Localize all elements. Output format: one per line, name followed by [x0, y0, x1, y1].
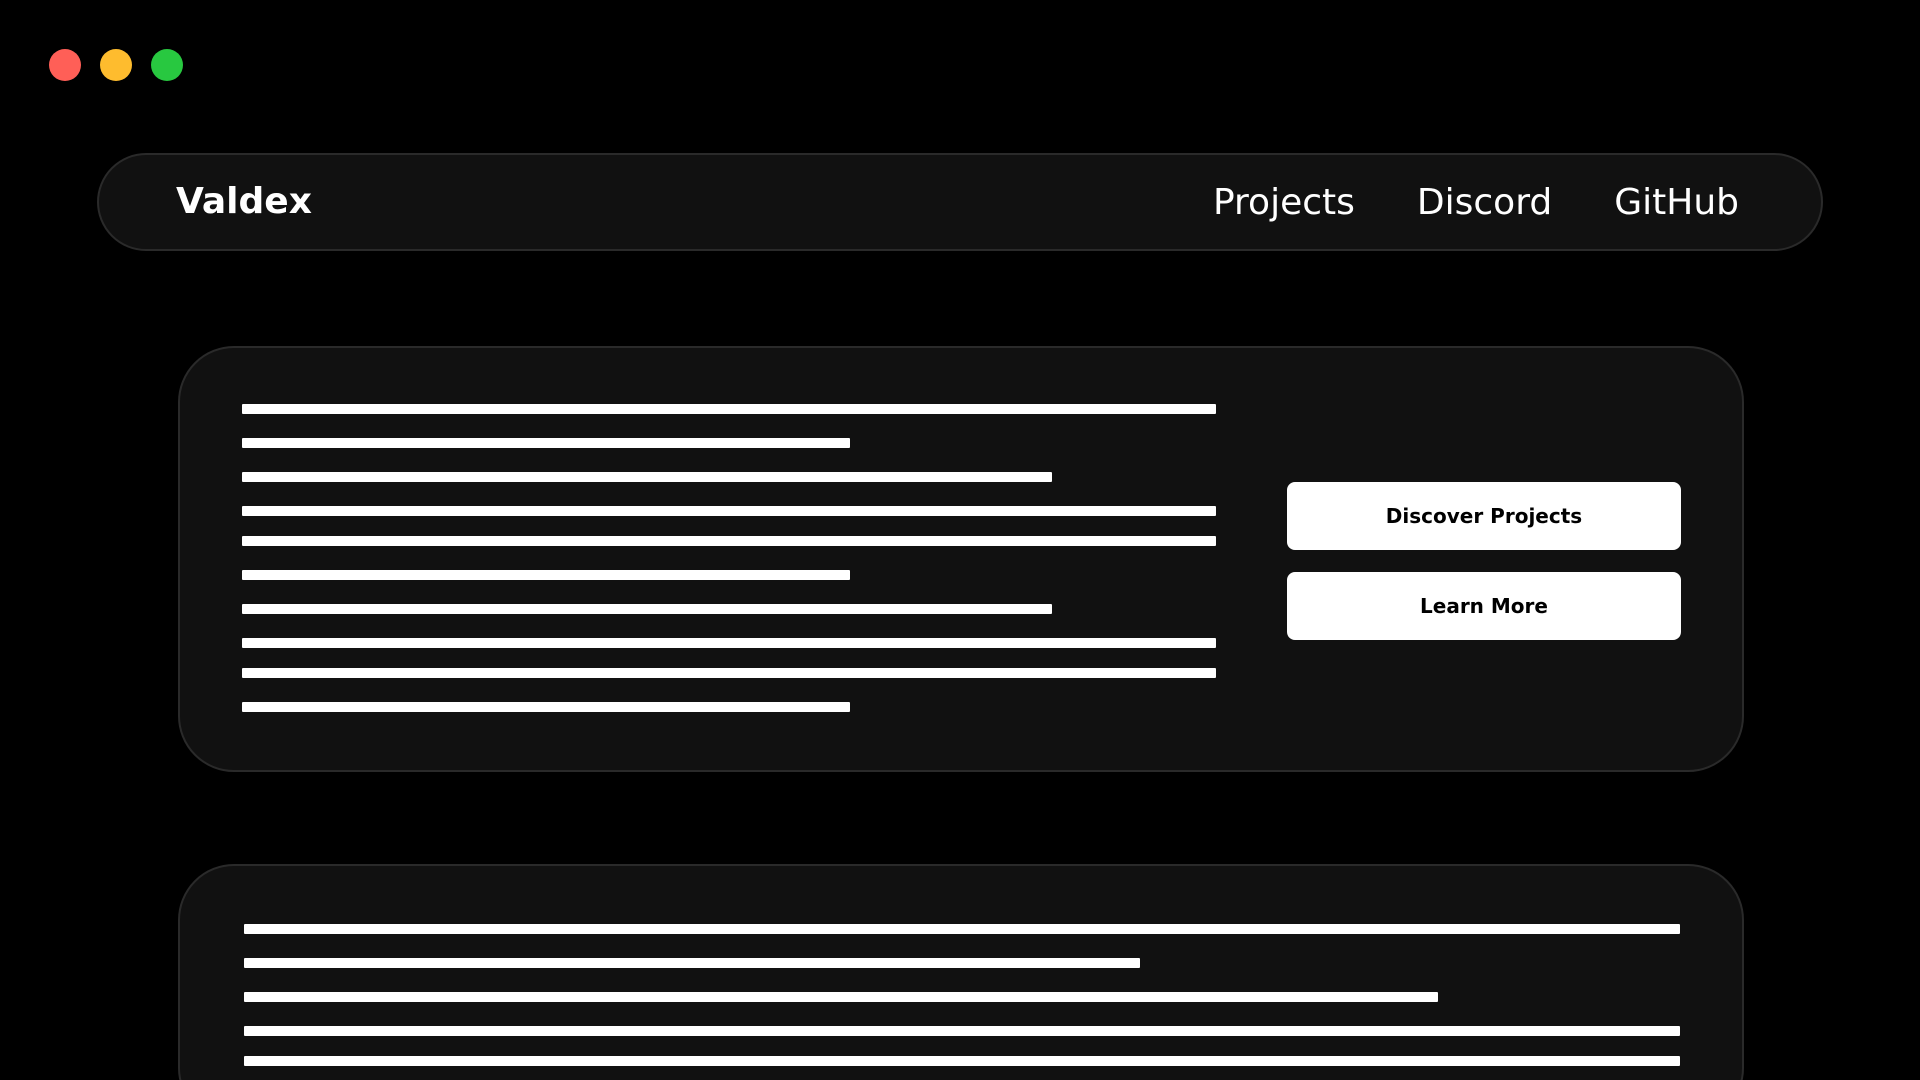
- text-placeholder-line: [242, 604, 1052, 614]
- text-placeholder-line: [242, 536, 1216, 546]
- text-placeholder-line: [244, 958, 1140, 968]
- top-navbar: Valdex Projects Discord GitHub: [97, 153, 1823, 251]
- text-placeholder-line: [242, 570, 850, 580]
- nav-link-discord[interactable]: Discord: [1417, 182, 1552, 223]
- text-placeholder-line: [244, 1026, 1680, 1036]
- nav-link-github[interactable]: GitHub: [1614, 182, 1739, 223]
- learn-more-button[interactable]: Learn More: [1287, 572, 1681, 640]
- text-placeholder-line: [242, 638, 1216, 648]
- content-text-placeholder: [244, 924, 1680, 1080]
- hero-card: Discover Projects Learn More: [178, 346, 1744, 772]
- discover-projects-button[interactable]: Discover Projects: [1287, 482, 1681, 550]
- text-placeholder-line: [242, 506, 1216, 516]
- text-placeholder-line: [244, 992, 1438, 1002]
- nav-links: Projects Discord GitHub: [1213, 155, 1739, 249]
- text-placeholder-line: [242, 404, 1216, 414]
- text-placeholder-line: [242, 438, 850, 448]
- nav-link-projects[interactable]: Projects: [1213, 182, 1355, 223]
- close-window-icon[interactable]: [49, 49, 81, 81]
- text-placeholder-line: [242, 472, 1052, 482]
- window-controls: [49, 49, 183, 81]
- hero-text-placeholder: [242, 404, 1216, 724]
- text-placeholder-line: [244, 1056, 1680, 1066]
- content-card: [178, 864, 1744, 1080]
- brand-logo[interactable]: Valdex: [176, 155, 312, 249]
- text-placeholder-line: [242, 702, 850, 712]
- minimize-window-icon[interactable]: [100, 49, 132, 81]
- maximize-window-icon[interactable]: [151, 49, 183, 81]
- text-placeholder-line: [244, 924, 1680, 934]
- text-placeholder-line: [242, 668, 1216, 678]
